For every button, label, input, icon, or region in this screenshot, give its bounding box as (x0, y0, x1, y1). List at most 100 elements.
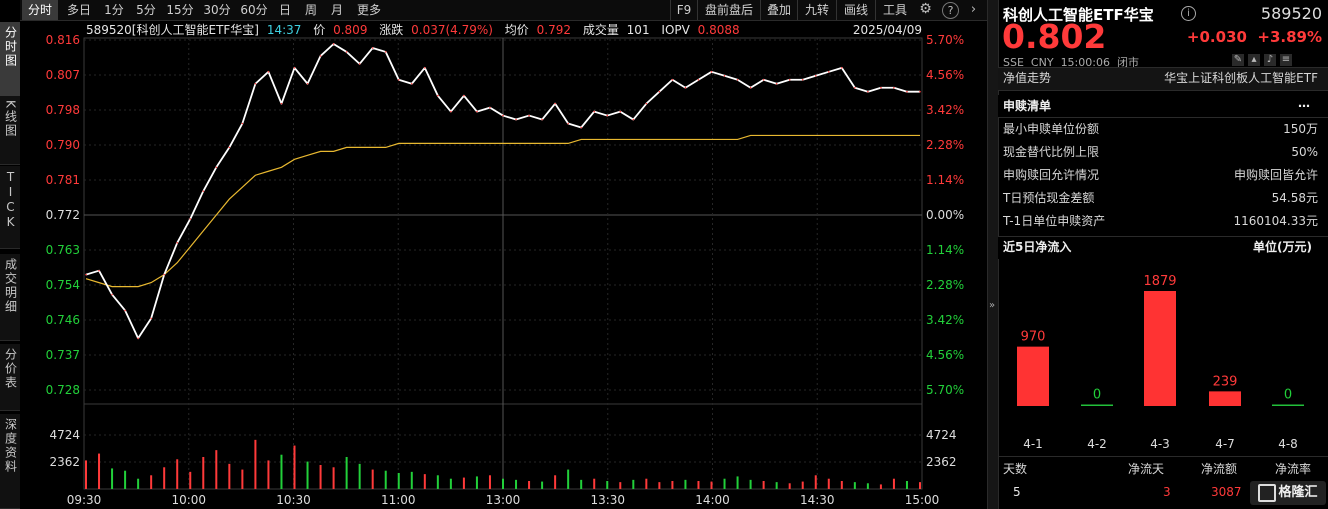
price-point (98, 269, 100, 272)
volume-bar (580, 479, 583, 489)
time-tick-label: 10:00 (171, 493, 206, 507)
volume-bar (189, 471, 192, 489)
volume-bar (879, 484, 882, 489)
volume-bar (528, 480, 531, 489)
pin-icon[interactable]: ▴ (1248, 54, 1260, 66)
volume-bar (554, 475, 557, 489)
volume-tick-label: 4724 (49, 428, 80, 442)
intraday-chart[interactable]: 0.816 5.70% 0.807 4.56% 0.798 3.42% 0.790 2.28%… (0, 0, 995, 509)
price-tick-label: 0.737 (46, 348, 80, 362)
footer-h-inflow-rate: 净流率 (1275, 462, 1312, 476)
price-point (554, 102, 556, 105)
volume-bar (736, 476, 739, 489)
price-point (893, 86, 895, 89)
quote-code: 589520 (1260, 4, 1322, 23)
volume-bar (866, 483, 869, 489)
volume-bar (436, 475, 439, 489)
inflow-bar (1081, 404, 1113, 406)
volume-bar (919, 482, 921, 489)
pct-tick-label: 1.14% (926, 243, 964, 257)
price-point (567, 122, 569, 125)
price-point (854, 86, 856, 89)
inflow-value-label: 239 (1213, 374, 1238, 389)
volume-bar (853, 482, 856, 489)
time-tick-label: 14:30 (800, 493, 835, 507)
volume-bar (254, 439, 257, 489)
sub-row: T-1日单位申赎资产 1160104.33元 (1003, 210, 1318, 232)
price-point (410, 82, 413, 85)
price-point (384, 51, 387, 53)
pct-tick-label: 2.28% (926, 278, 964, 292)
price-point (723, 74, 726, 77)
price-point (684, 86, 687, 89)
volume-bar (345, 456, 348, 489)
price-point (111, 293, 113, 296)
price-tick-label: 0.798 (46, 103, 80, 117)
collapse-arrow-icon[interactable]: » (987, 300, 997, 311)
sub-key: 现金替代比例上限 (1003, 145, 1100, 159)
price-point (450, 110, 452, 113)
price-point (593, 110, 596, 113)
inflow-title: 近5日净流入 (1003, 240, 1072, 254)
price-point (345, 51, 348, 53)
more-icon[interactable]: ⋯ (1298, 95, 1310, 117)
volume-bar (176, 459, 179, 489)
volume-bar (449, 478, 452, 489)
sub-row: 现金替代比例上限 50% (1003, 141, 1318, 163)
inflow-header: 近5日净流入 单位(万元) (1003, 236, 1318, 258)
inflow-bar (1144, 291, 1176, 406)
time-tick-label: 13:30 (590, 493, 625, 507)
nav-value: 华宝上证科创板人工智能ETF (1164, 71, 1318, 85)
volume-bar (515, 479, 518, 489)
price-point (645, 102, 648, 105)
volume-bar (423, 474, 426, 489)
price-point (150, 317, 152, 320)
footer-v-days: 5 (1013, 485, 1021, 499)
price-point (306, 82, 309, 85)
sub-title: 申赎清单 (1003, 99, 1052, 113)
volume-bar (567, 469, 570, 489)
pct-tick-label: 5.70% (926, 383, 964, 397)
bell-icon[interactable]: ♪ (1264, 54, 1276, 66)
price-point (906, 90, 908, 93)
volume-bar (645, 478, 648, 489)
time-tick-label: 09:30 (67, 493, 102, 507)
volume-bar (762, 480, 765, 489)
volume-bar (371, 469, 374, 489)
menu-icon[interactable]: ≡ (1280, 54, 1292, 66)
quote-pct: +3.89% (1257, 28, 1322, 46)
price-point (124, 309, 126, 312)
price-point (489, 106, 491, 109)
info-icon[interactable]: i (1181, 6, 1196, 21)
price-point (658, 90, 661, 93)
volume-bar (319, 464, 322, 489)
volume-bar (280, 454, 283, 489)
nav-row[interactable]: 净值走势 华宝上证科创板人工智能ETF (1003, 67, 1318, 89)
volume-bar (267, 460, 270, 489)
time-tick-label: 10:30 (276, 493, 311, 507)
watermark-text: 格隆汇 (1278, 485, 1318, 500)
watermark: 格隆汇 (1250, 481, 1326, 505)
volume-bar (541, 481, 544, 489)
price-point (332, 43, 335, 45)
price-point (437, 94, 439, 97)
price-point (371, 47, 374, 49)
volume-bar (306, 461, 309, 489)
volume-bar (332, 467, 335, 489)
volume-bar (801, 481, 804, 489)
volume-bar (710, 481, 713, 489)
sub-header: 申赎清单 ⋯ (1003, 95, 1318, 117)
sub-key: 最小申赎单位份额 (1003, 122, 1100, 136)
price-point (502, 114, 504, 117)
price-tick-label: 0.754 (46, 278, 80, 292)
edit-icon[interactable]: ✎ (1232, 54, 1244, 66)
volume-bar (593, 478, 596, 489)
volume-bar (632, 479, 635, 489)
sub-value: 50% (1291, 145, 1318, 159)
quote-price: 0.802 (1002, 17, 1107, 56)
price-point (775, 82, 778, 85)
price-point (463, 94, 465, 97)
time-tick-label: 13:00 (486, 493, 521, 507)
price-point (632, 118, 635, 121)
sub-key: 申购赎回允许情况 (1003, 168, 1100, 182)
